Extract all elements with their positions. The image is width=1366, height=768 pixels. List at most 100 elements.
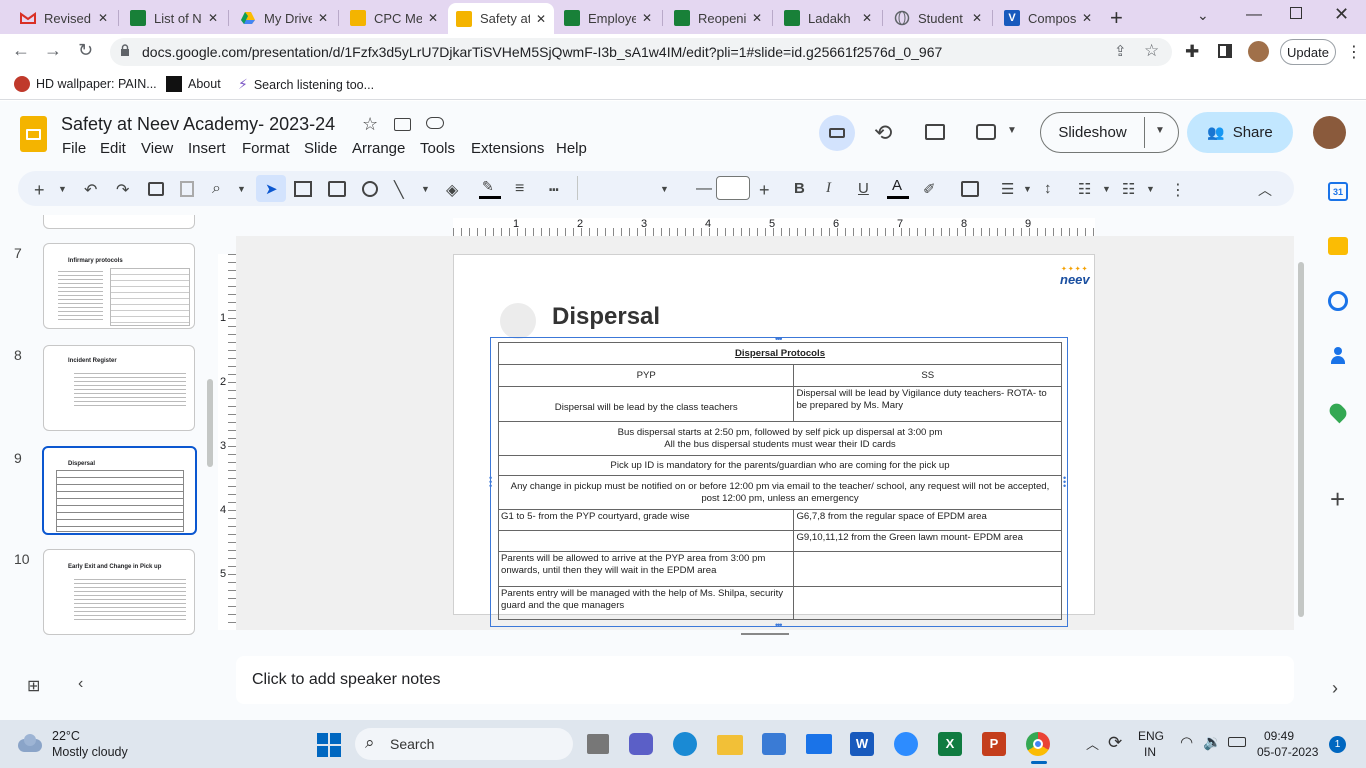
print-icon[interactable]: [148, 182, 164, 196]
tab-8[interactable]: Student ✕: [886, 3, 990, 33]
text-box-icon[interactable]: [294, 181, 312, 197]
table-cell[interactable]: [793, 551, 1062, 587]
bookmark-item[interactable]: About: [166, 76, 221, 92]
close-icon[interactable]: ✕: [972, 11, 982, 25]
text-color-icon[interactable]: A: [887, 177, 909, 201]
chevron-down-icon[interactable]: ▼: [421, 184, 430, 194]
account-avatar[interactable]: [1313, 116, 1346, 149]
weather-icon[interactable]: [18, 734, 44, 752]
tab-1[interactable]: List of N ✕: [122, 3, 226, 33]
mail-icon[interactable]: [806, 734, 832, 754]
profile-avatar[interactable]: [1248, 41, 1269, 62]
back-icon[interactable]: ←: [12, 40, 30, 61]
table-cell[interactable]: Pick up ID is mandatory for the parents/…: [498, 455, 1062, 476]
chevron-down-icon[interactable]: ▼: [1146, 184, 1155, 194]
bold-icon[interactable]: B: [794, 180, 805, 197]
table-header-pyp[interactable]: PYP: [497, 364, 795, 387]
canvas-scrollbar[interactable]: [1298, 262, 1304, 617]
hidden-icons-chevron-icon[interactable]: ︿: [1086, 734, 1099, 753]
calendar-icon[interactable]: 31: [1328, 182, 1348, 201]
slide-thumbnail-6[interactable]: [43, 215, 195, 229]
cloud-saved-icon[interactable]: [426, 117, 444, 129]
chrome-menu-icon[interactable]: ⋮: [1346, 42, 1362, 62]
close-window-button[interactable]: ✕: [1334, 4, 1349, 25]
contacts-icon[interactable]: [1331, 347, 1345, 365]
tab-6[interactable]: Reopeni ✕: [666, 3, 770, 33]
underline-icon[interactable]: U: [858, 180, 869, 197]
comments-icon[interactable]: [925, 124, 945, 140]
table-header-ss[interactable]: SS: [793, 364, 1062, 387]
maximize-button[interactable]: [1290, 7, 1302, 19]
omnibox[interactable]: docs.google.com/presentation/d/1Fzfx3d5y…: [110, 38, 1172, 66]
image-icon[interactable]: [328, 181, 346, 197]
menu-edit[interactable]: Edit: [100, 140, 126, 157]
meet-present-icon[interactable]: [819, 115, 855, 151]
dispersal-table[interactable]: Dispersal Protocols PYP SS Dispersal will…: [497, 342, 1062, 620]
forward-icon[interactable]: →: [44, 40, 62, 61]
close-icon[interactable]: ✕: [208, 11, 218, 25]
italic-icon[interactable]: I: [826, 180, 831, 197]
align-icon[interactable]: ☰: [1001, 180, 1014, 198]
zoom-icon[interactable]: [894, 732, 918, 756]
border-dash-icon[interactable]: ┅: [549, 180, 559, 200]
notes-resize-handle[interactable]: [741, 633, 789, 635]
store-icon[interactable]: [762, 733, 786, 755]
close-icon[interactable]: ✕: [428, 11, 438, 25]
table-cell[interactable]: Bus dispersal starts at 2:50 pm, followe…: [498, 421, 1062, 456]
close-icon[interactable]: ✕: [318, 11, 328, 25]
tab-0[interactable]: Revised ✕: [12, 3, 116, 33]
resize-handle-left[interactable]: • • •: [489, 474, 492, 491]
chevron-down-icon[interactable]: ▼: [1102, 184, 1111, 194]
bookmark-star-icon[interactable]: ☆: [1144, 41, 1159, 61]
tab-5[interactable]: Employe ✕: [556, 3, 660, 33]
menu-tools[interactable]: Tools: [420, 140, 455, 157]
tab-7[interactable]: Ladakh ✕: [776, 3, 880, 33]
battery-icon[interactable]: [1228, 737, 1246, 747]
redo-icon[interactable]: ↷: [116, 180, 129, 200]
menu-arrange[interactable]: Arrange: [352, 140, 405, 157]
tab-9[interactable]: V Compos ✕: [996, 3, 1100, 33]
table-cell[interactable]: Parents will be allowed to arrive at the…: [497, 551, 795, 587]
slides-logo-icon[interactable]: [20, 116, 47, 152]
zoom-icon[interactable]: ⌕: [212, 180, 221, 198]
close-icon[interactable]: ✕: [98, 11, 108, 25]
menu-file[interactable]: File: [62, 140, 86, 157]
doc-title[interactable]: Safety at Neev Academy- 2023-24: [61, 114, 335, 135]
task-view-icon[interactable]: [587, 734, 609, 754]
collapse-toolbar-icon[interactable]: ︿: [1258, 180, 1272, 200]
resize-handle-right[interactable]: • • •: [1063, 474, 1066, 491]
table-cell[interactable]: Parents entry will be managed with the h…: [497, 586, 795, 620]
excel-icon[interactable]: X: [938, 732, 962, 756]
share-page-icon[interactable]: ⇪: [1114, 42, 1127, 60]
select-tool[interactable]: ➤: [256, 175, 286, 202]
grid-view-icon[interactable]: ⊞: [27, 676, 40, 696]
table-cell[interactable]: Dispersal will be lead by the class teac…: [497, 386, 795, 422]
filmstrip-scrollbar[interactable]: [207, 379, 213, 467]
slide-thumbnail-8[interactable]: Incident Register: [43, 345, 195, 431]
font-size-input[interactable]: [716, 176, 750, 200]
menu-help[interactable]: Help: [556, 140, 587, 157]
collapse-filmstrip-icon[interactable]: ‹: [78, 675, 83, 693]
font-dropdown-chevron-icon[interactable]: ▼: [660, 184, 669, 194]
chevron-down-icon[interactable]: ▼: [58, 184, 67, 194]
new-tab-button[interactable]: +: [1110, 5, 1123, 31]
tasks-icon[interactable]: [1328, 291, 1348, 311]
slide-heading[interactable]: Dispersal: [552, 303, 660, 331]
menu-view[interactable]: View: [141, 140, 173, 157]
tab-4-active[interactable]: Safety at ✕: [448, 3, 554, 34]
menu-format[interactable]: Format: [242, 140, 290, 157]
share-button[interactable]: 👥 Share: [1187, 112, 1293, 153]
slideshow-button[interactable]: Slideshow: [1041, 113, 1144, 152]
table-cell[interactable]: [793, 586, 1062, 620]
table-cell[interactable]: [497, 530, 795, 552]
resize-handle-bottom[interactable]: •••: [775, 620, 783, 630]
speaker-notes[interactable]: Click to add speaker notes: [236, 656, 1294, 704]
increase-font-icon[interactable]: +: [759, 180, 770, 201]
expand-panel-icon[interactable]: ›: [1332, 678, 1338, 699]
paint-format-icon[interactable]: [180, 181, 194, 197]
bulleted-list-icon[interactable]: ☷: [1078, 180, 1091, 198]
get-addons-icon[interactable]: +: [1330, 484, 1345, 515]
shape-icon[interactable]: [362, 181, 378, 197]
clock-time[interactable]: 09:49: [1264, 729, 1294, 743]
slide-thumbnail-10[interactable]: Early Exit and Change in Pick up: [43, 549, 195, 635]
